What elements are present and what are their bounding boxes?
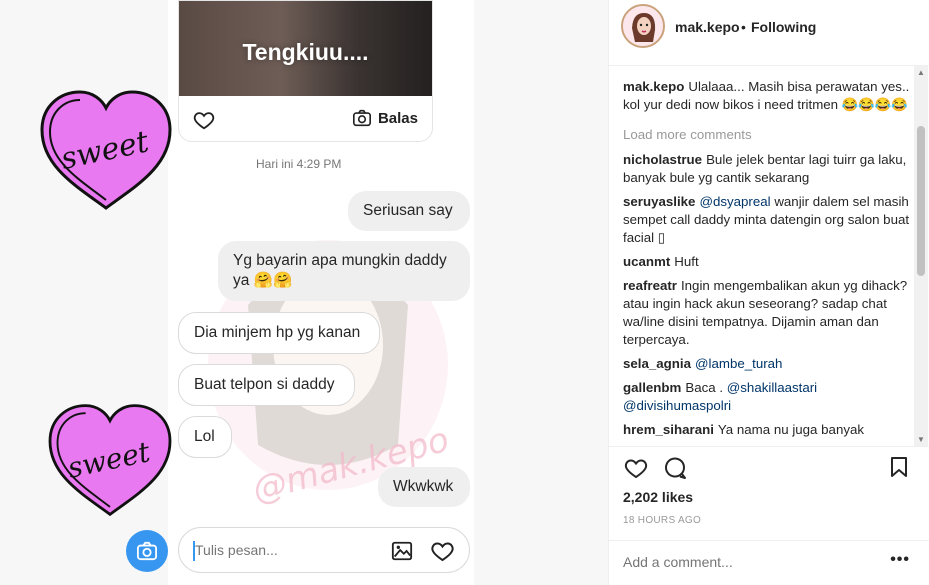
comment-item: hrem_siharani Ya nama nu juga banyak xyxy=(623,421,918,439)
comment-username[interactable]: mak.kepo xyxy=(623,79,684,94)
gallery-icon[interactable] xyxy=(391,540,413,562)
comment-item: gallenbm Baca . @shakillaastari @divisihum… xyxy=(623,379,918,415)
camera-icon xyxy=(137,541,157,561)
like-heart-icon[interactable] xyxy=(623,456,649,480)
scroll-up-arrow-icon[interactable]: ▲ xyxy=(917,68,925,77)
comment-text: Ya nama nu juga banyak xyxy=(717,422,865,437)
instagram-post-modal: @mak.kepo Tengkiuu.... Balas Hari ini 4:… xyxy=(0,0,929,585)
message-bubble-outgoing: Yg bayarin apa mungkin daddy ya 🤗🤗 xyxy=(218,241,470,301)
post-header: mak.kepo • Following xyxy=(609,0,929,66)
post-caption: mak.kepo Ulalaaa... Masih bisa perawatan … xyxy=(623,78,918,114)
header-username[interactable]: mak.kepo xyxy=(675,19,740,35)
reply-button[interactable]: Balas xyxy=(352,109,418,127)
message-text: Dia minjem hp yg kanan xyxy=(194,324,361,341)
message-bubble-incoming: Dia minjem hp yg kanan xyxy=(178,312,380,354)
camera-icon xyxy=(352,109,371,127)
comment-username[interactable]: sela_agnia xyxy=(623,356,691,371)
reply-label: Balas xyxy=(377,109,418,127)
comment-text: Baca . xyxy=(685,380,724,395)
message-bubble-outgoing: Seriusan say xyxy=(348,191,470,231)
comment-username[interactable]: reafreatr xyxy=(623,278,677,293)
comment-item: seruyaslike @dsyapreal wanjir dalem sel m… xyxy=(623,193,918,247)
post-image[interactable]: @mak.kepo Tengkiuu.... Balas Hari ini 4:… xyxy=(0,0,608,585)
message-text: ya 🤗🤗 xyxy=(233,272,293,289)
comment-text: Huft xyxy=(674,254,699,269)
photo-caption: Tengkiuu.... xyxy=(242,39,369,65)
comment-item: sela_agnia @lambe_turah xyxy=(623,355,918,373)
comments-scrollbar[interactable]: ▲ ▼ xyxy=(914,66,928,446)
message-text: Buat telpon si daddy xyxy=(194,376,335,393)
message-bubble-outgoing: Wkwkwk xyxy=(378,467,470,507)
post-sidebar: mak.kepo • Following mak.kepo Ulalaaa... … xyxy=(608,0,929,585)
post-actions: 2,202 likes 18 HOURS AGO xyxy=(609,446,929,536)
camera-button[interactable] xyxy=(126,530,168,572)
comment-mention[interactable]: @lambe_turah xyxy=(695,356,782,371)
message-text: Yg bayarin apa mungkin daddy xyxy=(233,252,447,269)
comment-username[interactable]: nicholastrue xyxy=(623,152,702,167)
heart-outline-icon[interactable] xyxy=(193,109,215,131)
comment-username[interactable]: hrem_siharani xyxy=(623,422,714,437)
likes-count[interactable]: 2,202 likes xyxy=(623,489,693,505)
heart-outline-icon[interactable] xyxy=(430,539,455,563)
add-comment-section: ••• xyxy=(609,540,929,585)
message-composer xyxy=(178,527,470,573)
message-text: Wkwkwk xyxy=(393,478,454,495)
scroll-down-arrow-icon[interactable]: ▼ xyxy=(917,435,925,444)
comment-username[interactable]: gallenbm xyxy=(623,380,681,395)
message-bubble-incoming: Lol xyxy=(178,416,232,458)
message-text: Seriusan say xyxy=(363,202,453,219)
avatar[interactable] xyxy=(621,4,665,48)
comment-username[interactable]: seruyaslike xyxy=(623,194,695,209)
comment-bubble-icon[interactable] xyxy=(663,456,687,480)
comment-item: reafreatr Ingin mengembalikan akun yg dih… xyxy=(623,277,918,349)
scrollbar-thumb[interactable] xyxy=(917,126,925,276)
comment-mention[interactable]: @divisihumaspolri xyxy=(623,398,731,413)
more-options-icon[interactable]: ••• xyxy=(890,551,910,569)
comment-mention[interactable]: @shakillaastari xyxy=(727,380,817,395)
bookmark-icon[interactable] xyxy=(890,456,908,478)
message-bubble-incoming: Buat telpon si daddy xyxy=(178,364,355,406)
sweet-heart-sticker: sweet xyxy=(40,90,172,210)
chat-timestamp: Hari ini 4:29 PM xyxy=(256,157,342,171)
message-text: Lol xyxy=(194,428,215,445)
avatar-illustration xyxy=(623,6,663,46)
comment-username[interactable]: ucanmt xyxy=(623,254,670,269)
comment-item: nicholastrue Bule jelek bentar lagi tuirr… xyxy=(623,151,918,187)
add-comment-input[interactable] xyxy=(623,554,863,570)
load-more-comments-link[interactable]: Load more comments xyxy=(623,126,918,144)
message-input[interactable] xyxy=(195,542,375,558)
comments-list: mak.kepo Ulalaaa... Masih bisa perawatan … xyxy=(623,78,918,444)
post-time-ago: 18 HOURS AGO xyxy=(623,515,702,526)
sweet-heart-sticker: sweet xyxy=(48,404,172,517)
comment-item: ucanmt Huft xyxy=(623,253,918,271)
comment-mention[interactable]: @dsyapreal xyxy=(699,194,770,209)
shared-photo-card: Tengkiuu.... Balas xyxy=(178,0,433,142)
header-separator: • xyxy=(741,19,746,35)
following-button[interactable]: Following xyxy=(751,19,816,35)
